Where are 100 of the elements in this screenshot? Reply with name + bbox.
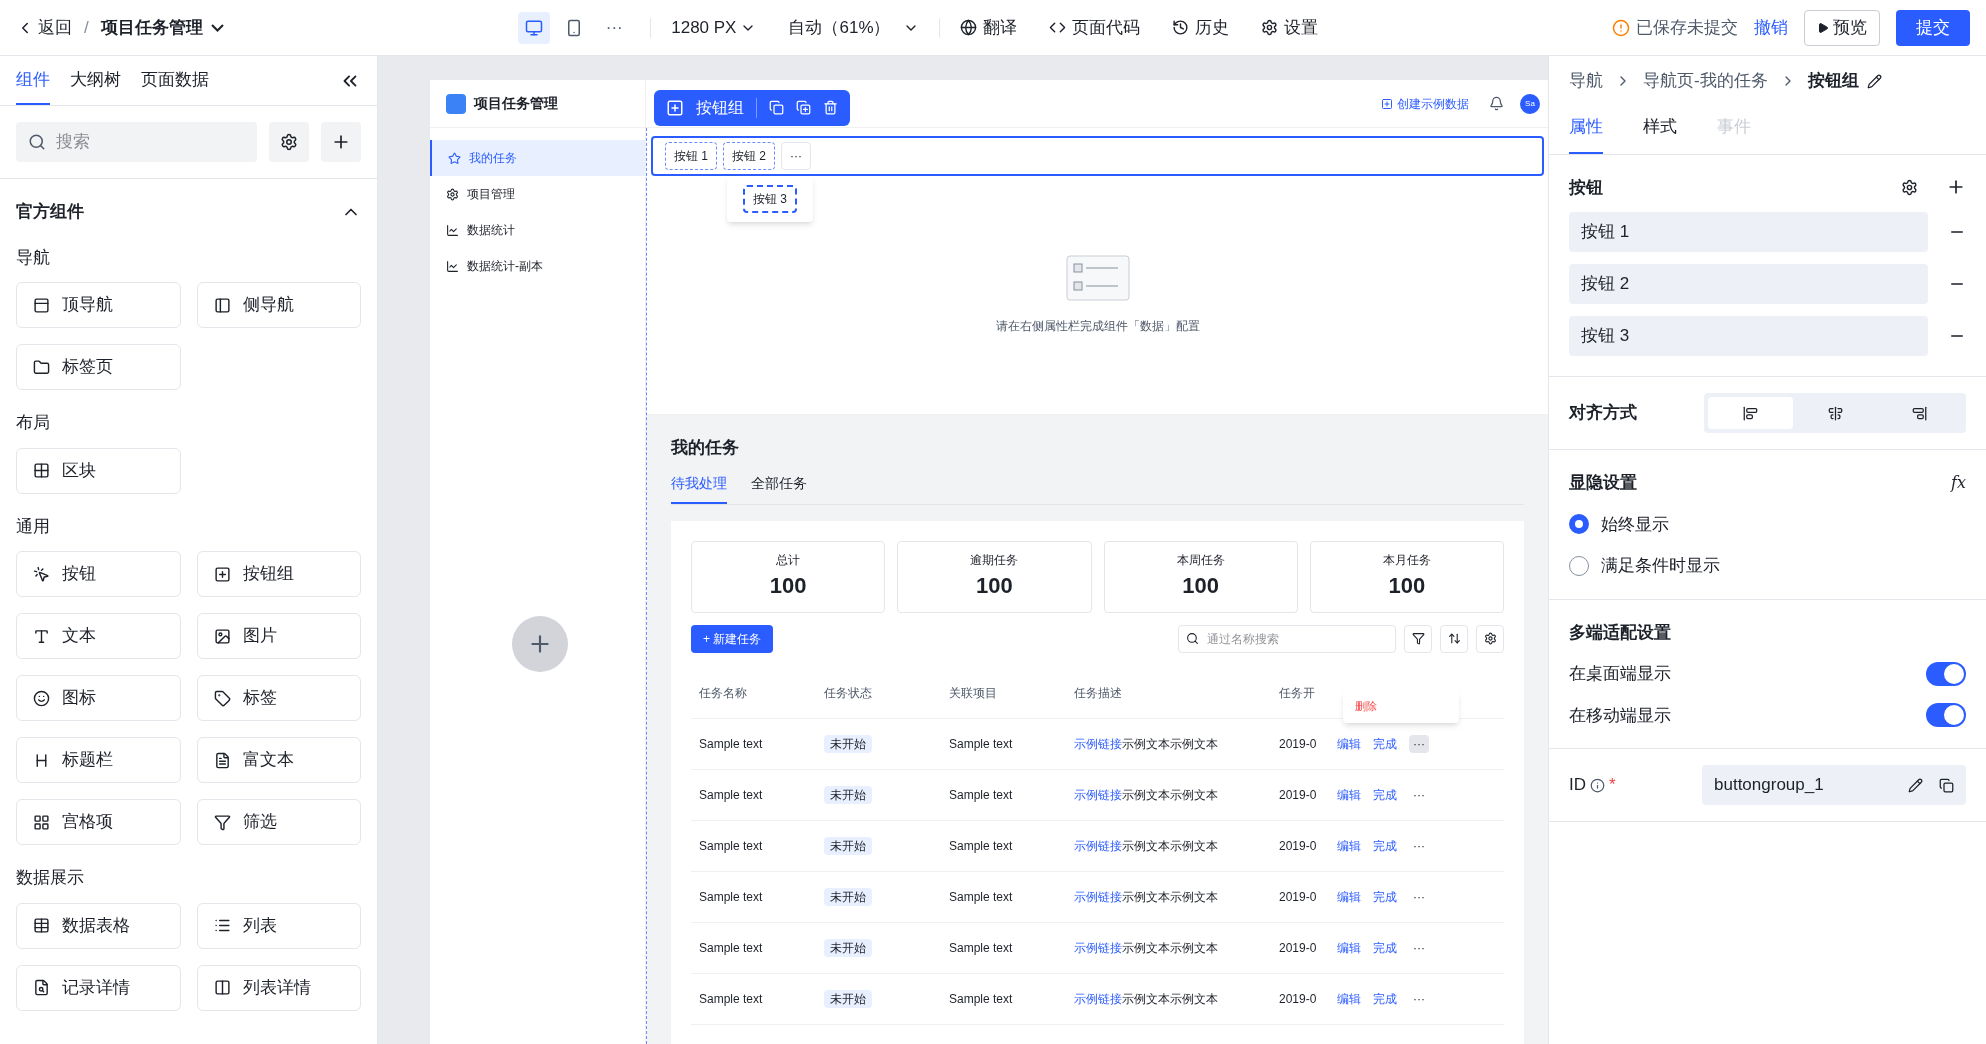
edit-link[interactable]: 编辑 <box>1337 989 1361 1008</box>
app-title-dropdown[interactable]: 项目任务管理 <box>100 14 224 41</box>
edit-link[interactable]: 编辑 <box>1337 734 1361 753</box>
toggle-switch[interactable] <box>1926 661 1966 686</box>
complete-link[interactable]: 完成 <box>1373 785 1397 804</box>
more-button[interactable]: ··· <box>1409 785 1429 804</box>
complete-link[interactable]: 完成 <box>1373 989 1397 1008</box>
settings-button[interactable] <box>1476 624 1504 653</box>
zoom-dropdown[interactable]: 自动（61%） <box>788 14 919 41</box>
component-item[interactable]: 标题栏 <box>16 737 181 783</box>
complete-link[interactable]: 完成 <box>1373 836 1397 855</box>
width-dropdown[interactable]: 1280 PX <box>671 14 757 41</box>
create-sample-link[interactable]: 创建示例数据 <box>1381 94 1469 113</box>
search-field[interactable]: 通过名称搜索 <box>1178 624 1396 653</box>
bell-icon[interactable] <box>1489 96 1504 111</box>
group-button[interactable]: 按钮 1 <box>665 142 717 170</box>
pencil-icon[interactable] <box>1866 73 1882 89</box>
component-item[interactable]: 按钮 <box>16 551 181 597</box>
complete-link[interactable]: 完成 <box>1373 734 1397 753</box>
edit-link[interactable]: 编辑 <box>1337 938 1361 957</box>
example-link[interactable]: 示例链接 <box>1074 991 1122 1006</box>
breadcrumb-item[interactable]: 导航页-我的任务 <box>1643 68 1768 94</box>
search-field[interactable]: 搜索 <box>16 122 257 162</box>
radio-button[interactable] <box>1569 514 1589 535</box>
edit-link[interactable]: 编辑 <box>1337 785 1361 804</box>
pencil-icon[interactable] <box>1908 777 1923 793</box>
panel-tab[interactable]: 页面数据 <box>141 56 209 105</box>
formula-icon[interactable]: fx <box>1951 470 1966 495</box>
sort-button[interactable] <box>1440 624 1468 653</box>
more-button[interactable]: ··· <box>598 11 631 44</box>
desktop-view-button[interactable] <box>518 11 551 44</box>
example-link[interactable]: 示例链接 <box>1074 889 1122 904</box>
component-item[interactable]: 筛选 <box>196 799 361 845</box>
button-label-field[interactable]: 按钮 2 <box>1569 264 1928 304</box>
content-tab[interactable]: 待我处理 <box>671 472 727 504</box>
component-item[interactable]: 文本 <box>16 613 181 659</box>
info-icon[interactable] <box>1590 777 1605 793</box>
more-button[interactable]: ··· <box>1409 989 1429 1008</box>
component-item[interactable]: 顶导航 <box>16 282 181 328</box>
copy-icon[interactable] <box>1939 777 1954 793</box>
submit-button[interactable]: 提交 <box>1896 9 1970 46</box>
duplicate-icon[interactable] <box>796 100 811 115</box>
preview-button[interactable]: 预览 <box>1804 9 1880 46</box>
panel-tab[interactable]: 大纲树 <box>70 56 121 105</box>
button-label-field[interactable]: 按钮 3 <box>1569 316 1928 356</box>
nav-item[interactable]: 数据统计 <box>430 212 645 248</box>
component-item[interactable]: 区块 <box>16 447 181 494</box>
toolbar-button[interactable]: 历史 <box>1171 14 1229 41</box>
complete-link[interactable]: 完成 <box>1373 938 1397 957</box>
example-link[interactable]: 示例链接 <box>1074 940 1122 955</box>
more-button[interactable]: ··· <box>1409 836 1429 855</box>
component-item[interactable]: 标签 <box>196 675 361 721</box>
panel-tab[interactable]: 样式 <box>1643 106 1677 154</box>
component-item[interactable]: 列表 <box>196 902 361 949</box>
toolbar-button[interactable]: 翻译 <box>959 14 1017 41</box>
overflow-button[interactable]: 按钮 3 <box>743 185 797 213</box>
component-item[interactable]: 富文本 <box>196 737 361 783</box>
component-item[interactable]: 列表详情 <box>196 964 361 1011</box>
component-item[interactable]: 图标 <box>16 675 181 721</box>
edit-link[interactable]: 编辑 <box>1337 836 1361 855</box>
settings-button[interactable] <box>269 122 309 162</box>
align-option[interactable] <box>1708 397 1793 429</box>
component-item[interactable]: 记录详情 <box>16 964 181 1011</box>
back-button[interactable]: 返回 <box>16 14 72 41</box>
undo-link[interactable]: 撤销 <box>1754 14 1788 41</box>
component-item[interactable]: 宫格项 <box>16 799 181 845</box>
more-button[interactable]: ··· <box>781 142 812 170</box>
nav-item[interactable]: 项目管理 <box>430 176 645 212</box>
nav-item[interactable]: 我的任务 <box>430 140 645 176</box>
avatar[interactable]: Sa <box>1520 93 1540 114</box>
button-label-field[interactable]: 按钮 1 <box>1569 212 1928 252</box>
toggle-switch[interactable] <box>1926 703 1966 728</box>
component-item[interactable]: 按钮组 <box>196 551 361 597</box>
settings-icon[interactable] <box>1901 178 1918 196</box>
panel-tab[interactable]: 属性 <box>1569 106 1603 154</box>
delete-menu-item[interactable]: 删除 <box>1355 698 1377 715</box>
example-link[interactable]: 示例链接 <box>1074 736 1122 751</box>
example-link[interactable]: 示例链接 <box>1074 787 1122 802</box>
component-item[interactable]: 图片 <box>196 613 361 659</box>
panel-tab[interactable]: 组件 <box>16 56 50 105</box>
id-field[interactable]: buttongroup_1 <box>1702 765 1966 805</box>
breadcrumb-item[interactable]: 导航 <box>1569 68 1603 94</box>
edit-link[interactable]: 编辑 <box>1337 887 1361 906</box>
more-button[interactable]: ··· <box>1409 734 1429 753</box>
new-task-button[interactable]: + 新建任务 <box>691 624 774 653</box>
trash-icon[interactable] <box>823 100 838 115</box>
component-item[interactable]: 数据表格 <box>16 902 181 949</box>
nav-item[interactable]: 数据统计-副本 <box>430 248 645 284</box>
more-button[interactable]: ··· <box>1409 938 1429 957</box>
more-button[interactable]: ··· <box>1409 887 1429 906</box>
toolbar-button[interactable]: 页面代码 <box>1048 14 1140 41</box>
complete-link[interactable]: 完成 <box>1373 887 1397 906</box>
component-item[interactable]: 标签页 <box>16 344 181 390</box>
example-link[interactable]: 示例链接 <box>1074 838 1122 853</box>
filter-button[interactable] <box>1404 624 1432 653</box>
group-button[interactable]: 按钮 2 <box>723 142 776 170</box>
component-item[interactable]: 侧导航 <box>196 282 361 328</box>
toolbar-button[interactable]: 设置 <box>1260 14 1318 41</box>
add-button[interactable] <box>321 122 361 162</box>
content-tab[interactable]: 全部任务 <box>751 472 807 504</box>
